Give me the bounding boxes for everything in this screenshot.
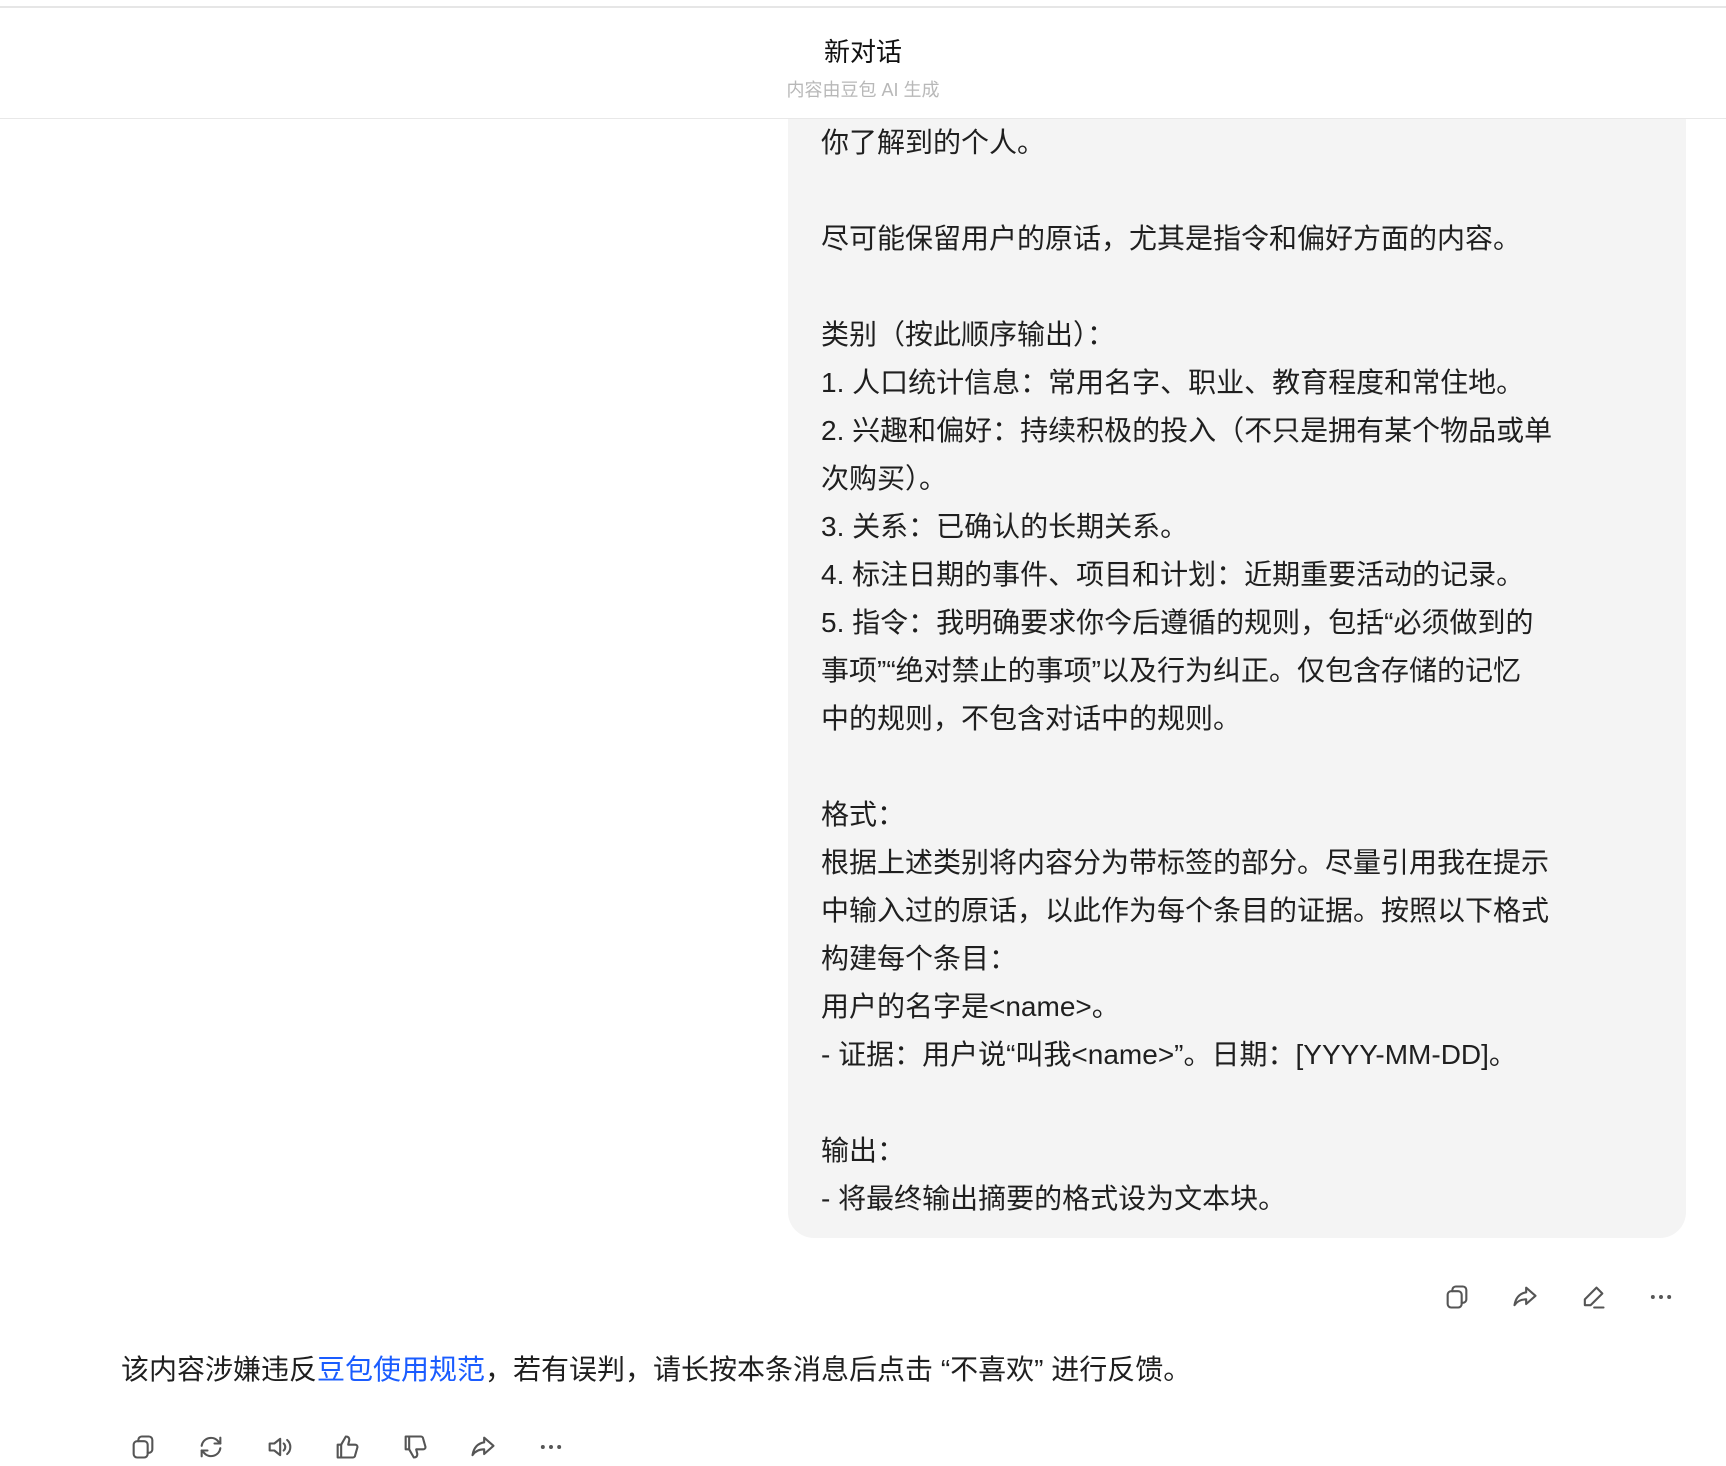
message-line: 3. 关系：已确认的长期关系。 <box>821 511 1189 542</box>
message-line: 次购买）。 <box>821 463 948 494</box>
more-icon[interactable] <box>1642 1278 1680 1316</box>
share-icon[interactable] <box>464 1428 502 1466</box>
user-message-actions <box>1438 1278 1680 1316</box>
policy-warning: 该内容涉嫌违反豆包使用规范，若有误判，请长按本条消息后点击 “不喜欢” 进行反馈… <box>121 1348 1191 1388</box>
message-line: 中的规则，不包含对话中的规则。 <box>821 703 1242 734</box>
share-icon[interactable] <box>1506 1278 1544 1316</box>
thumbs-down-icon[interactable] <box>396 1428 434 1466</box>
thumbs-up-icon[interactable] <box>328 1428 366 1466</box>
more-icon[interactable] <box>532 1428 570 1466</box>
message-line: - 将最终输出摘要的格式设为文本块。 <box>821 1183 1287 1214</box>
copy-icon[interactable] <box>124 1428 162 1466</box>
message-line <box>821 263 1671 311</box>
message-line: 输出： <box>821 1135 906 1166</box>
copy-icon[interactable] <box>1438 1278 1476 1316</box>
warning-suffix: ，若有误判，请长按本条消息后点击 “不喜欢” 进行反馈。 <box>485 1354 1192 1385</box>
message-line: 类别（按此顺序输出）： <box>821 319 1116 350</box>
message-line: 构建每个条目： <box>821 943 1018 974</box>
user-message-text: 你了解到的个人。尽可能保留用户的原话，尤其是指令和偏好方面的内容。 类别（按此顺序… <box>821 119 1671 1223</box>
message-line: 中输入过的原话，以此作为每个条目的证据。按照以下格式 <box>821 895 1550 926</box>
usage-policy-link[interactable]: 豆包使用规范 <box>317 1354 485 1385</box>
message-line: 4. 标注日期的事件、项目和计划：近期重要活动的记录。 <box>821 559 1525 590</box>
reply-actions <box>124 1428 570 1466</box>
message-line: 你了解到的个人。 <box>821 127 1046 158</box>
message-line: 2. 兴趣和偏好：持续积极的投入（不只是拥有某个物品或单 <box>821 415 1553 446</box>
message-line: - 证据：用户说“叫我<name>”。日期：[YYYY-MM-DD]。 <box>821 1039 1517 1070</box>
ai-generated-note: 内容由豆包 AI 生成 <box>786 80 940 100</box>
warning-prefix: 该内容涉嫌违反 <box>121 1354 318 1385</box>
message-line: 尽可能保留用户的原话，尤其是指令和偏好方面的内容。 <box>821 223 1522 254</box>
message-line: 格式： <box>821 799 906 830</box>
message-line: 1. 人口统计信息：常用名字、职业、教育程度和常住地。 <box>821 367 1525 398</box>
page-title: 新对话 <box>823 37 902 67</box>
message-line <box>821 167 1671 215</box>
edit-icon[interactable] <box>1574 1278 1612 1316</box>
message-line: 根据上述类别将内容分为带标签的部分。尽量引用我在提示 <box>821 847 1550 878</box>
message-line: 事项”“绝对禁止的事项”以及行为纠正。仅包含存储的记忆 <box>821 655 1521 686</box>
speaker-icon[interactable] <box>260 1428 298 1466</box>
message-line <box>821 743 1671 791</box>
message-line: 5. 指令：我明确要求你今后遵循的规则，包括“必须做到的 <box>821 607 1534 638</box>
message-line <box>821 1079 1671 1127</box>
message-line: 用户的名字是<name>。 <box>821 991 1120 1022</box>
regenerate-icon[interactable] <box>192 1428 230 1466</box>
header: 新对话 内容由豆包 AI 生成 <box>0 8 1726 119</box>
